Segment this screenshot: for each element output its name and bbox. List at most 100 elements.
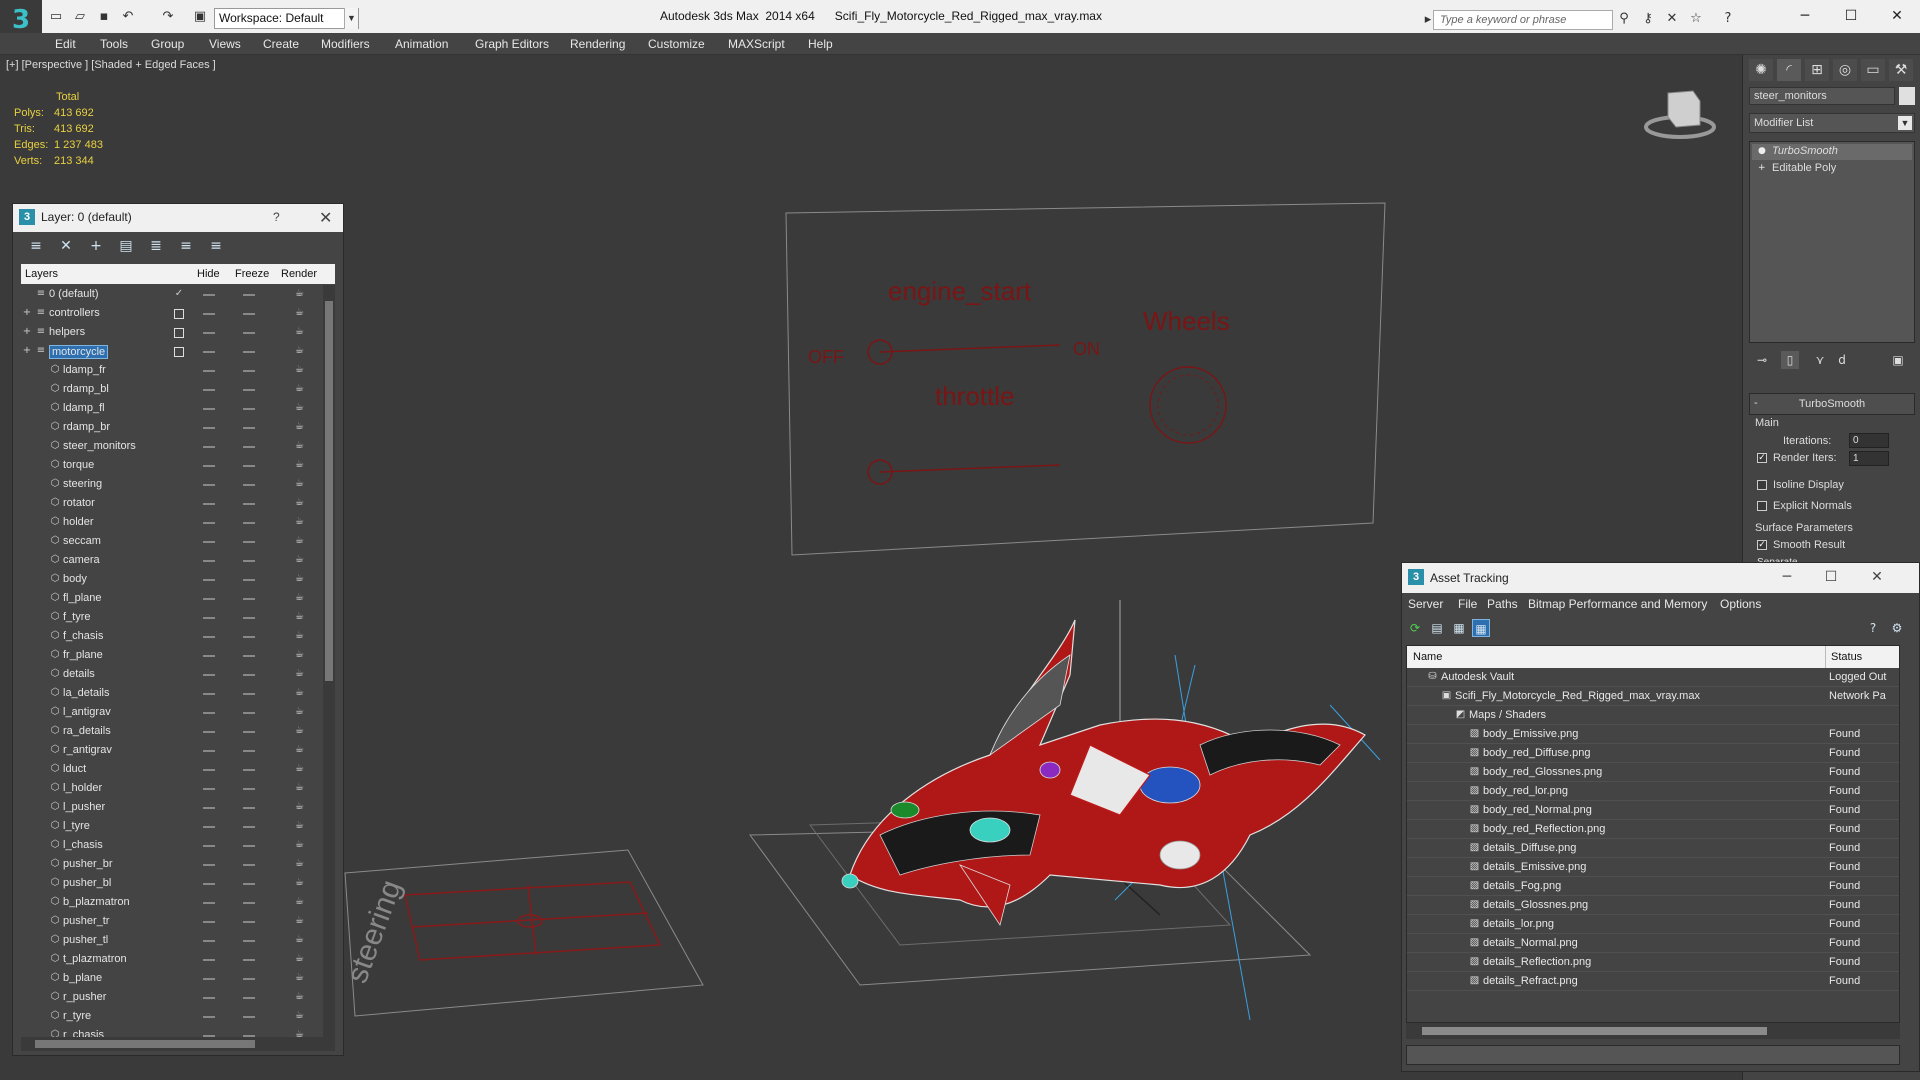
render-teapot-icon[interactable]: ☕ — [295, 479, 307, 489]
freeze-toggle[interactable] — [243, 389, 255, 391]
asset-row[interactable]: ⛁ Autodesk Vault Logged Out — [1407, 668, 1899, 687]
menu-animation[interactable]: Animation — [395, 37, 448, 51]
close-button[interactable]: ✕ — [1866, 569, 1888, 587]
freeze-toggle[interactable] — [243, 826, 255, 828]
hide-toggle[interactable] — [203, 864, 215, 866]
modify-tab-icon[interactable]: ◜ — [1777, 59, 1801, 81]
layer-row[interactable]: ⬡ f_tyre ☕ — [21, 608, 323, 627]
freeze-toggle[interactable] — [243, 693, 255, 695]
maximize-button[interactable]: ☐ — [1836, 6, 1866, 26]
layer-row[interactable]: ⬡ l_pusher ☕ — [21, 798, 323, 817]
asset-row[interactable]: ▧ body_red_Glossnes.png Found — [1407, 763, 1899, 782]
layer-list-hscroll[interactable] — [21, 1037, 335, 1051]
menu-create[interactable]: Create — [263, 37, 299, 51]
refresh-icon[interactable]: ⟳ — [1406, 619, 1424, 637]
col-freeze[interactable]: Freeze — [235, 268, 269, 280]
render-teapot-icon[interactable]: ☕ — [295, 517, 307, 527]
col-layers[interactable]: Layers — [25, 268, 58, 280]
smooth-result-checkbox[interactable]: ✓ — [1757, 540, 1767, 550]
configure-sets-icon[interactable]: ▣ — [1889, 351, 1907, 369]
col-status[interactable]: Status — [1831, 651, 1862, 663]
render-teapot-icon[interactable]: ☕ — [295, 631, 307, 641]
render-teapot-icon[interactable]: ☕ — [295, 308, 307, 318]
layer-row[interactable]: ⬡ l_chasis ☕ — [21, 836, 323, 855]
layer-row[interactable]: ⬡ r_chasis ☕ — [21, 1026, 323, 1037]
menu-bitmap-performance[interactable]: Bitmap Performance and Memory — [1528, 597, 1707, 611]
hierarchy-tab-icon[interactable]: ⊞ — [1805, 59, 1829, 81]
freeze-toggle[interactable] — [243, 902, 255, 904]
hide-toggle[interactable] — [203, 598, 215, 600]
freeze-toggle[interactable] — [243, 598, 255, 600]
freeze-all-icon[interactable]: ≡ — [207, 237, 225, 255]
set-current-checkbox[interactable] — [174, 328, 184, 338]
layer-row[interactable]: ⬡ torque ☕ — [21, 456, 323, 475]
layer-row[interactable]: ⬡ ldamp_fl ☕ — [21, 399, 323, 418]
render-teapot-icon[interactable]: ☕ — [295, 593, 307, 603]
render-teapot-icon[interactable]: ☕ — [295, 289, 307, 299]
make-unique-icon[interactable]: ⋎ — [1811, 351, 1829, 369]
hide-toggle[interactable] — [203, 408, 215, 410]
hide-toggle[interactable] — [203, 750, 215, 752]
set-current-checkbox[interactable] — [174, 309, 184, 319]
freeze-toggle[interactable] — [243, 807, 255, 809]
layer-row[interactable]: ⬡ lduct ☕ — [21, 760, 323, 779]
layer-row[interactable]: ⬡ l_antigrav ☕ — [21, 703, 323, 722]
create-tab-icon[interactable]: ✺ — [1749, 59, 1773, 81]
menu-server[interactable]: Server — [1408, 597, 1443, 611]
col-name[interactable]: Name — [1413, 651, 1442, 663]
render-teapot-icon[interactable]: ☕ — [295, 935, 307, 945]
hide-toggle[interactable] — [203, 313, 215, 315]
render-teapot-icon[interactable]: ☕ — [295, 422, 307, 432]
layer-row[interactable]: ⬡ steering ☕ — [21, 475, 323, 494]
freeze-toggle[interactable] — [243, 313, 255, 315]
open-file-icon[interactable]: ▱ — [72, 9, 88, 25]
render-teapot-icon[interactable]: ☕ — [295, 1030, 307, 1038]
minimize-button[interactable]: ─ — [1776, 569, 1798, 587]
asset-row[interactable]: ▧ details_Glossnes.png Found — [1407, 896, 1899, 915]
layer-row[interactable]: ⬡ rdamp_br ☕ — [21, 418, 323, 437]
asset-row[interactable]: ▧ details_Fog.png Found — [1407, 877, 1899, 896]
layer-row[interactable]: ≡ 0 (default) ✓ ☕ — [21, 285, 323, 304]
hide-toggle[interactable] — [203, 788, 215, 790]
layer-row[interactable]: + ≡ controllers ☕ — [21, 304, 323, 323]
layer-row[interactable]: ⬡ la_details ☕ — [21, 684, 323, 703]
undo-icon[interactable]: ↶ — [120, 9, 136, 25]
col-render[interactable]: Render — [281, 268, 317, 280]
new-file-icon[interactable]: ▭ — [48, 9, 64, 25]
asset-row[interactable]: ▧ body_red_lor.png Found — [1407, 782, 1899, 801]
layer-row[interactable]: ⬡ fl_plane ☕ — [21, 589, 323, 608]
render-teapot-icon[interactable]: ☕ — [295, 384, 307, 394]
render-teapot-icon[interactable]: ☕ — [295, 745, 307, 755]
pin-icon[interactable]: ⚙ — [1888, 619, 1906, 637]
list-view-icon[interactable]: ▤ — [1428, 619, 1446, 637]
menu-views[interactable]: Views — [209, 37, 241, 51]
project-folder-icon[interactable]: ▣ — [192, 9, 208, 25]
hide-toggle[interactable] — [203, 332, 215, 334]
display-tab-icon[interactable]: ▭ — [1861, 59, 1885, 81]
motion-tab-icon[interactable]: ◎ — [1833, 59, 1857, 81]
layer-row[interactable]: ⬡ fr_plane ☕ — [21, 646, 323, 665]
menu-graph-editors[interactable]: Graph Editors — [475, 37, 549, 51]
render-teapot-icon[interactable]: ☕ — [295, 365, 307, 375]
hide-toggle[interactable] — [203, 522, 215, 524]
hide-toggle[interactable] — [203, 674, 215, 676]
layer-row[interactable]: ⬡ seccam ☕ — [21, 532, 323, 551]
workspace-dropdown[interactable]: Workspace: Default — [214, 8, 359, 29]
hide-toggle[interactable] — [203, 579, 215, 581]
render-teapot-icon[interactable]: ☕ — [295, 878, 307, 888]
render-teapot-icon[interactable]: ☕ — [295, 669, 307, 679]
render-teapot-icon[interactable]: ☕ — [295, 897, 307, 907]
star-icon[interactable]: ☆ — [1688, 11, 1704, 27]
hide-toggle[interactable] — [203, 560, 215, 562]
layer-row[interactable]: ⬡ body ☕ — [21, 570, 323, 589]
delete-layer-icon[interactable]: ✕ — [57, 237, 75, 255]
hide-toggle[interactable] — [203, 826, 215, 828]
hide-toggle[interactable] — [203, 769, 215, 771]
hide-toggle[interactable] — [203, 427, 215, 429]
hide-toggle[interactable] — [203, 712, 215, 714]
freeze-toggle[interactable] — [243, 370, 255, 372]
turbosmooth-rollout-header[interactable]: - TurboSmooth — [1749, 393, 1915, 415]
object-color-swatch[interactable] — [1899, 87, 1915, 105]
layer-row[interactable]: ⬡ b_plane ☕ — [21, 969, 323, 988]
menu-customize[interactable]: Customize — [648, 37, 705, 51]
